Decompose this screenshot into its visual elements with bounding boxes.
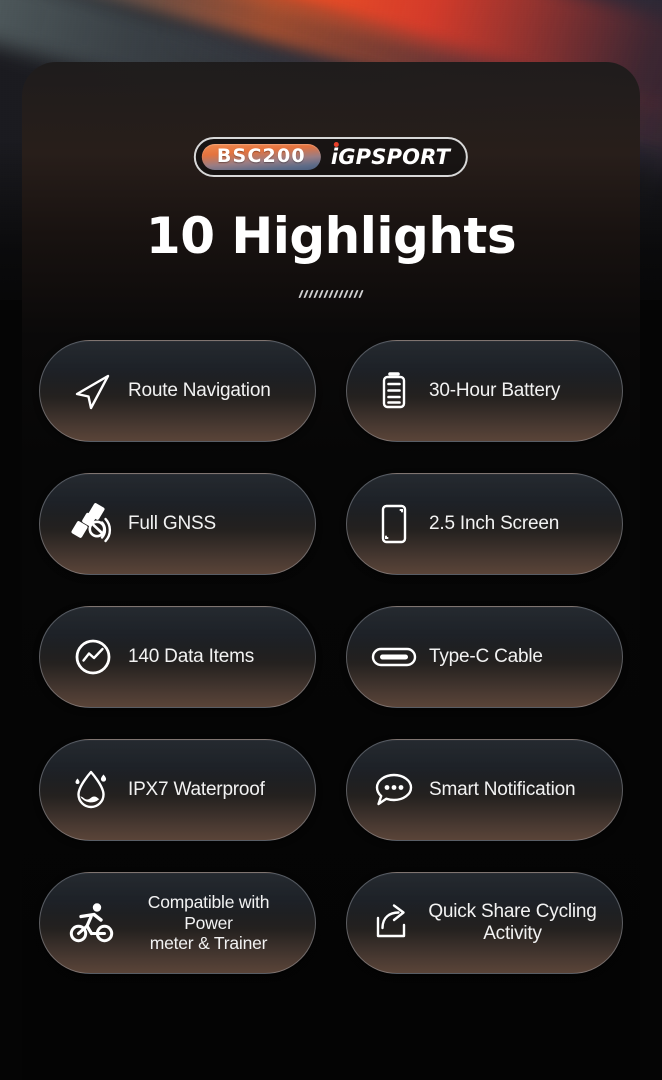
feature-label: Smart Notification [429,778,576,800]
feature-pill-full-gnss[interactable]: Full GNSS [39,473,316,575]
satellite-icon [66,497,120,551]
feature-label: 140 Data Items [128,645,255,667]
feature-pill-route-navigation[interactable]: Route Navigation [39,340,316,442]
feature-label: Compatible with Power meter & Trainer [147,892,270,954]
cyclist-icon [66,896,120,950]
speech-bubble-icon [367,763,421,817]
brand-wordmark-label: iGPSPORT [330,144,451,169]
data-chart-icon [66,630,120,684]
feature-pill-waterproof[interactable]: IPX7 Waterproof [39,739,316,841]
feature-pill-smart-notification[interactable]: Smart Notification [346,739,623,841]
title-divider [298,290,364,298]
page-title: 10 Highlights [145,207,517,265]
brand-dot-icon [333,141,339,147]
feature-label: Route Navigation [128,379,271,401]
feature-label: 30-Hour Battery [429,379,561,401]
usb-type-c-icon [367,630,421,684]
water-drop-icon [66,763,120,817]
feature-label: Quick Share Cycling Activity [428,900,597,944]
feature-pill-power-meter[interactable]: Compatible with Power meter & Trainer [39,872,316,974]
feature-pill-screen-size[interactable]: 2.5 Inch Screen [346,473,623,575]
feature-pill-type-c-cable[interactable]: Type-C Cable [346,606,623,708]
feature-label: 2.5 Inch Screen [429,512,560,534]
battery-icon [367,364,421,418]
screen-icon [367,497,421,551]
feature-pill-data-items[interactable]: 140 Data Items [39,606,316,708]
feature-label: Full GNSS [128,512,216,534]
navigation-arrow-icon [66,364,120,418]
feature-label: IPX7 Waterproof [128,778,265,800]
model-badge: BSC200 [201,144,321,170]
brand-wordmark: iGPSPORT [330,141,451,169]
product-logo-badge: BSC200 iGPSPORT [193,137,469,177]
feature-pill-quick-share[interactable]: Quick Share Cycling Activity [346,872,623,974]
marketing-page: BSC200 iGPSPORT 10 Highlights Route Navi… [0,0,662,1080]
feature-label: Type-C Cable [429,645,543,667]
feature-grid: Route Navigation 30-Hour Battery Full GN… [39,340,623,974]
feature-pill-battery[interactable]: 30-Hour Battery [346,340,623,442]
share-icon [367,896,421,950]
model-badge-label: BSC200 [216,145,306,167]
